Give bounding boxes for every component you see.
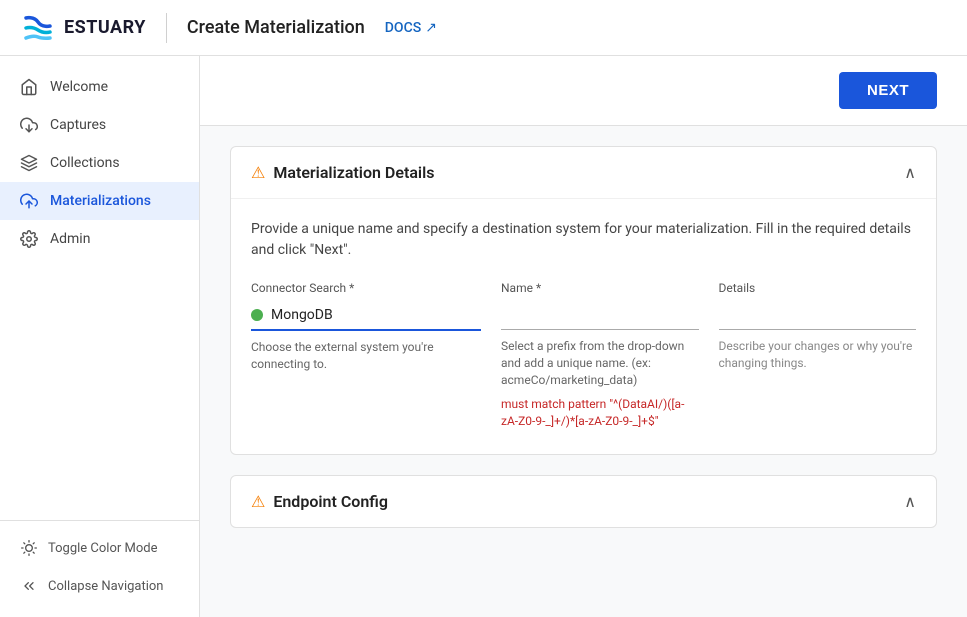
- next-button[interactable]: NEXT: [839, 72, 937, 109]
- page-title: Create Materialization: [187, 17, 365, 38]
- cloud-download-icon: [20, 116, 38, 134]
- sun-icon: [20, 539, 38, 557]
- sidebar-bottom: Toggle Color Mode Collapse Navigation: [0, 520, 199, 605]
- sidebar-item-label: Welcome: [50, 79, 108, 95]
- connector-hint: Choose the external system you're connec…: [251, 339, 481, 373]
- chevron-up-icon: ∧: [904, 163, 916, 182]
- connector-search-field: Connector Search * MongoDB Choose the ex…: [251, 281, 481, 373]
- details-label: Details: [719, 281, 917, 295]
- materialization-details-body: Provide a unique name and specify a dest…: [231, 198, 936, 454]
- materialization-details-header[interactable]: ⚠ Materialization Details ∧: [231, 147, 936, 198]
- section-title-area: ⚠ Materialization Details: [251, 163, 434, 182]
- sidebar-item-materializations[interactable]: Materializations: [0, 182, 199, 220]
- connector-value[interactable]: MongoDB: [251, 301, 481, 331]
- sidebar-item-label: Admin: [50, 231, 90, 247]
- sidebar-item-label: Captures: [50, 117, 106, 133]
- toolbar: NEXT: [200, 56, 967, 126]
- content-inner: ⚠ Materialization Details ∧ Provide a un…: [200, 126, 967, 568]
- endpoint-config-header[interactable]: ⚠ Endpoint Config ∧: [231, 476, 936, 527]
- mongodb-indicator: [251, 309, 263, 321]
- name-hint: Select a prefix from the drop-down and a…: [501, 338, 699, 388]
- gear-icon: [20, 230, 38, 248]
- name-input[interactable]: [501, 301, 699, 330]
- sidebar: Welcome Captures Collections: [0, 56, 200, 617]
- section-description: Provide a unique name and specify a dest…: [251, 219, 916, 261]
- sidebar-item-welcome[interactable]: Welcome: [0, 68, 199, 106]
- endpoint-title-area: ⚠ Endpoint Config: [251, 492, 388, 511]
- toggle-color-mode-button[interactable]: Toggle Color Mode: [0, 529, 199, 567]
- sidebar-item-label: Materializations: [50, 193, 151, 209]
- docs-label: DOCS: [385, 20, 421, 36]
- sidebar-item-collections[interactable]: Collections: [0, 144, 199, 182]
- logo-area: ESTUARY: [20, 10, 146, 46]
- fields-row: Connector Search * MongoDB Choose the ex…: [251, 281, 916, 430]
- external-link-icon: ↗: [425, 20, 437, 36]
- warning-icon: ⚠: [251, 163, 265, 182]
- chevrons-left-icon: [20, 577, 38, 595]
- endpoint-config-title: Endpoint Config: [273, 492, 388, 511]
- name-error: must match pattern "^(DataAI/)([a-zA-Z0-…: [501, 396, 699, 430]
- collapse-nav-label: Collapse Navigation: [48, 579, 163, 594]
- endpoint-chevron-up-icon: ∧: [904, 492, 916, 511]
- main-layout: Welcome Captures Collections: [0, 56, 967, 617]
- materialization-details-title: Materialization Details: [273, 163, 434, 182]
- estuary-logo: [20, 10, 56, 46]
- materialization-details-section: ⚠ Materialization Details ∧ Provide a un…: [230, 146, 937, 455]
- nav-items: Welcome Captures Collections: [0, 68, 199, 520]
- sidebar-item-admin[interactable]: Admin: [0, 220, 199, 258]
- endpoint-config-section: ⚠ Endpoint Config ∧: [230, 475, 937, 528]
- docs-link[interactable]: DOCS ↗: [385, 20, 437, 36]
- name-label: Name *: [501, 281, 699, 295]
- top-header: ESTUARY Create Materialization DOCS ↗: [0, 0, 967, 56]
- connector-search-label: Connector Search *: [251, 281, 481, 295]
- collapse-navigation-button[interactable]: Collapse Navigation: [0, 567, 199, 605]
- logo-text: ESTUARY: [64, 17, 146, 38]
- name-field: Name * Select a prefix from the drop-dow…: [501, 281, 699, 430]
- sidebar-item-captures[interactable]: Captures: [0, 106, 199, 144]
- connector-selected-value: MongoDB: [271, 307, 333, 323]
- sidebar-item-label: Collections: [50, 155, 120, 171]
- home-icon: [20, 78, 38, 96]
- cloud-upload-icon: [20, 192, 38, 210]
- details-input[interactable]: [719, 301, 917, 330]
- endpoint-warning-icon: ⚠: [251, 492, 265, 511]
- details-hint: Describe your changes or why you're chan…: [719, 338, 917, 372]
- toggle-color-label: Toggle Color Mode: [48, 541, 158, 556]
- header-divider: [166, 13, 167, 43]
- content-area: NEXT ⚠ Materialization Details ∧ Provide…: [200, 56, 967, 617]
- details-field: Details Describe your changes or why you…: [719, 281, 917, 372]
- layers-icon: [20, 154, 38, 172]
